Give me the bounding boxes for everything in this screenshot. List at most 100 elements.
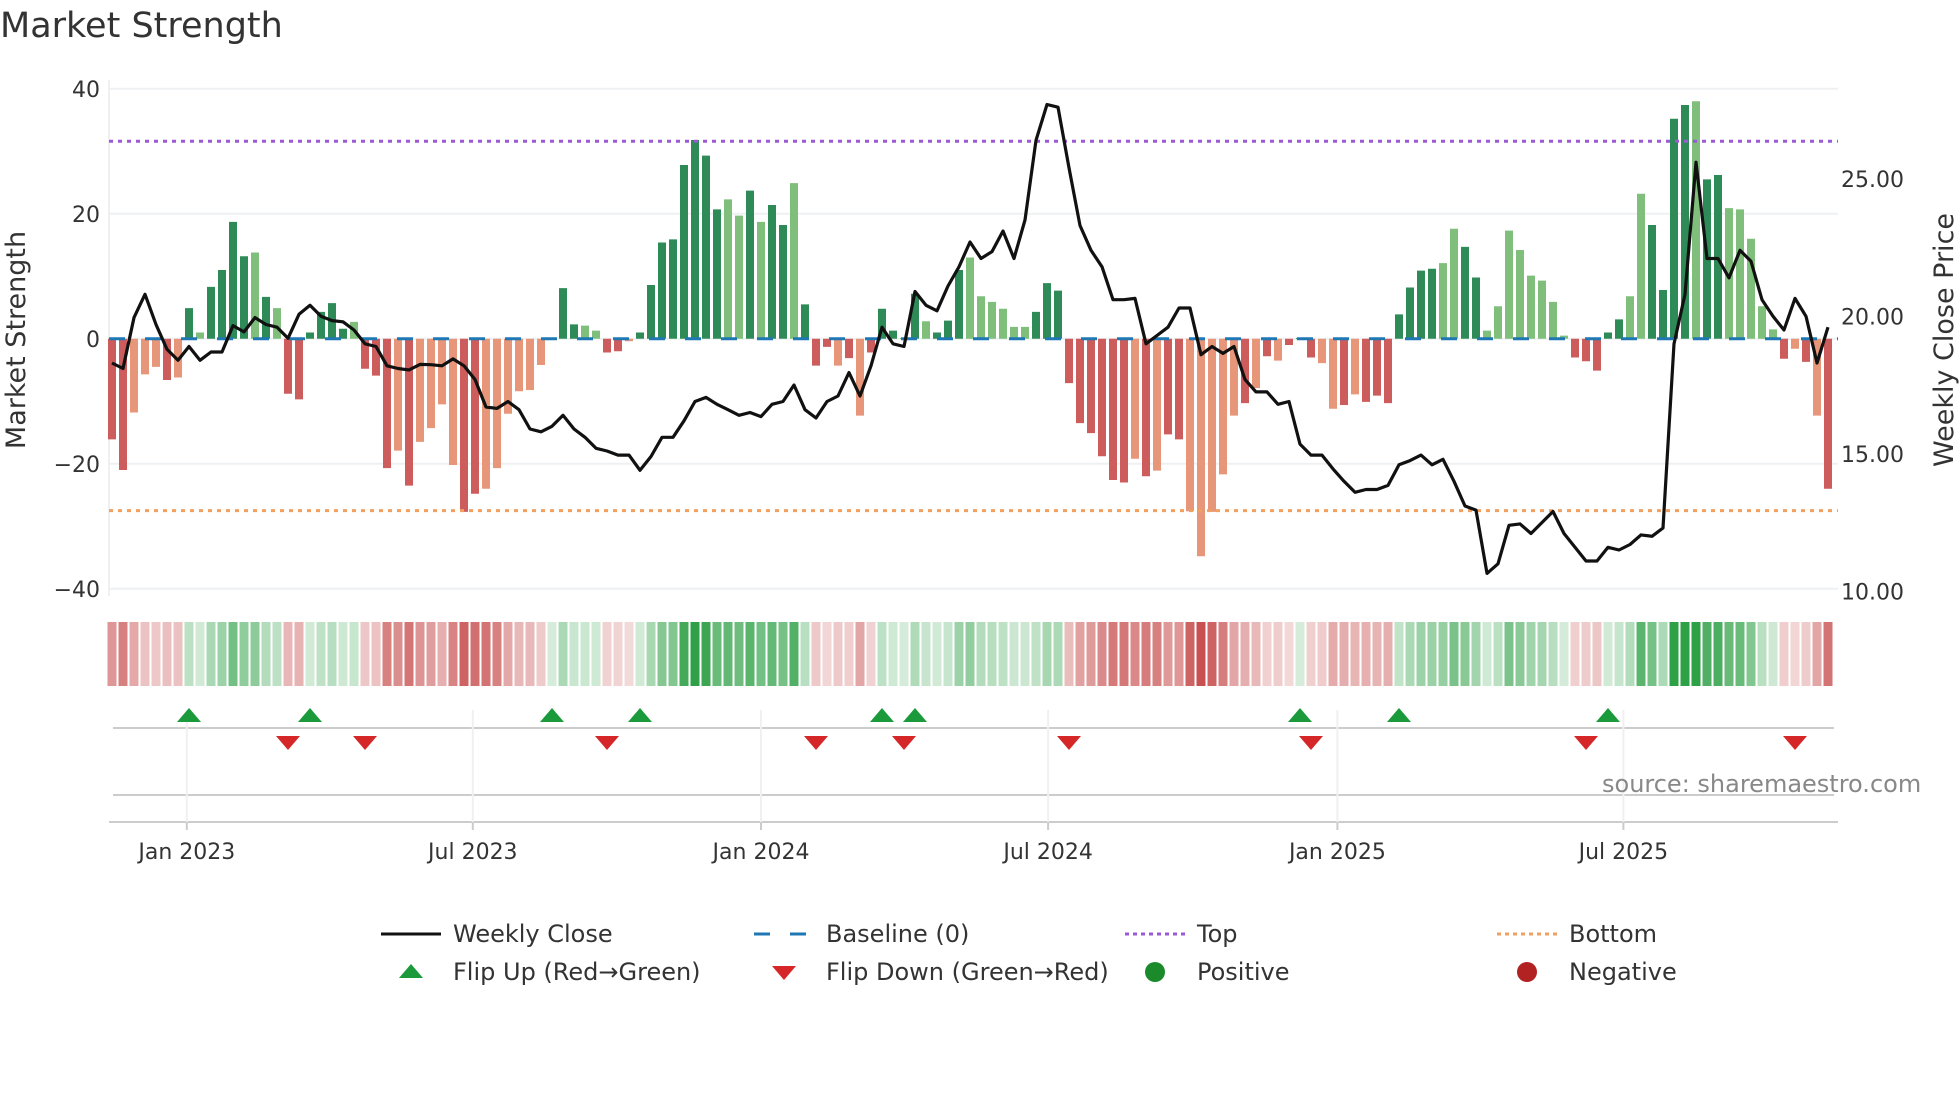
dash-icon <box>754 922 814 946</box>
x-tick-label: Jan 2024 <box>711 840 810 865</box>
heat-cell <box>481 622 491 686</box>
heat-cell <box>1119 622 1129 686</box>
strength-bar <box>1208 338 1216 512</box>
strength-bar <box>482 338 490 489</box>
heat-cell <box>1174 622 1184 686</box>
tri-up-icon <box>381 960 441 984</box>
strength-bar <box>1461 246 1469 339</box>
strength-bar <box>1164 338 1172 435</box>
strength-bar <box>229 221 237 339</box>
heat-cell <box>712 622 722 686</box>
heat-cell <box>767 622 777 686</box>
heat-cell <box>1801 622 1811 686</box>
strength-bar <box>1054 290 1062 339</box>
dot-top-icon <box>1125 922 1185 946</box>
heat-cell <box>1163 622 1173 686</box>
strength-bar <box>669 239 677 339</box>
strength-bar <box>1505 230 1513 339</box>
legend: Weekly Close Baseline (0) Top Bottom Flip Up… <box>0 920 1960 1000</box>
x-tick-label: Jul 2025 <box>1577 840 1669 865</box>
heat-cell <box>1372 622 1382 686</box>
legend-label: Negative <box>1569 958 1677 986</box>
strength-bar <box>284 338 292 394</box>
strength-bar <box>581 325 589 339</box>
heat-cell <box>1207 622 1217 686</box>
strength-bar <box>1824 338 1832 489</box>
heat-cell <box>1746 622 1756 686</box>
heat-cell <box>1031 622 1041 686</box>
legend-item-line: Weekly Close <box>381 920 613 948</box>
heat-cell <box>250 622 260 686</box>
heat-cell <box>756 622 766 686</box>
heat-cell <box>305 622 315 686</box>
heat-cell <box>998 622 1008 686</box>
strength-bar <box>130 338 138 413</box>
y-tick-label: −40 <box>54 578 100 603</box>
y-axis-title: Market Strength <box>1 231 32 449</box>
y2-axis-title: Weekly Close Price <box>1929 213 1960 467</box>
flip-up-marker <box>1387 708 1411 722</box>
heat-cell <box>1416 622 1426 686</box>
heat-cell <box>954 622 964 686</box>
heat-cell <box>1537 622 1547 686</box>
strength-bar <box>658 242 666 339</box>
heat-cell <box>1779 622 1789 686</box>
heat-cell <box>525 622 535 686</box>
heat-cell <box>1592 622 1602 686</box>
strength-bar <box>1758 306 1766 339</box>
heat-cell <box>1504 622 1514 686</box>
strength-bar <box>592 330 600 339</box>
heat-cell <box>1009 622 1019 686</box>
heat-cell <box>1636 622 1646 686</box>
flip-up-marker <box>177 708 201 722</box>
heat-cell <box>1614 622 1624 686</box>
strength-bar <box>1219 338 1227 475</box>
heat-cell <box>1735 622 1745 686</box>
source-credit: source: sharemaestro.com <box>1602 770 1922 798</box>
strength-bar <box>647 285 655 339</box>
strength-bar <box>1175 338 1183 440</box>
strength-bar <box>207 286 215 339</box>
heat-cell <box>1196 622 1206 686</box>
strength-bar <box>1516 250 1524 339</box>
heat-cell <box>976 622 986 686</box>
strength-bar <box>1340 338 1348 405</box>
strength-bar <box>1318 338 1326 364</box>
strength-bar <box>471 338 479 494</box>
flip-up-marker <box>298 708 322 722</box>
strength-bar <box>1406 287 1414 339</box>
heat-cell <box>745 622 755 686</box>
heat-cell <box>316 622 326 686</box>
heat-cell <box>624 622 634 686</box>
x-tick-label: Jul 2023 <box>426 840 518 865</box>
flip-down-marker <box>353 736 377 750</box>
strength-bar <box>1802 338 1810 362</box>
strength-bar <box>944 320 952 339</box>
heat-cell <box>173 622 183 686</box>
strength-bar <box>746 190 754 339</box>
heat-cell <box>437 622 447 686</box>
legend-label: Flip Up (Red→Green) <box>453 958 701 986</box>
heat-cell <box>646 622 656 686</box>
flip-down-marker <box>804 736 828 750</box>
heat-cell <box>217 622 227 686</box>
strength-bar <box>1736 209 1744 339</box>
heat-cell <box>1229 622 1239 686</box>
heat-cell <box>1548 622 1558 686</box>
heat-cell <box>1526 622 1536 686</box>
strength-bar <box>570 324 578 339</box>
flip-down-marker <box>595 736 619 750</box>
strength-bar <box>438 338 446 405</box>
heat-cell <box>1625 622 1635 686</box>
strength-bar <box>1450 228 1458 339</box>
heat-cell <box>1295 622 1305 686</box>
strength-bar <box>812 338 820 366</box>
heat-cell <box>580 622 590 686</box>
flip-down-marker <box>276 736 300 750</box>
heat-cell <box>690 622 700 686</box>
strength-bar <box>768 205 776 339</box>
y2-tick-label: 15.00 <box>1841 443 1904 468</box>
heat-cell <box>1383 622 1393 686</box>
strength-bar <box>955 270 963 339</box>
heat-cell <box>602 622 612 686</box>
